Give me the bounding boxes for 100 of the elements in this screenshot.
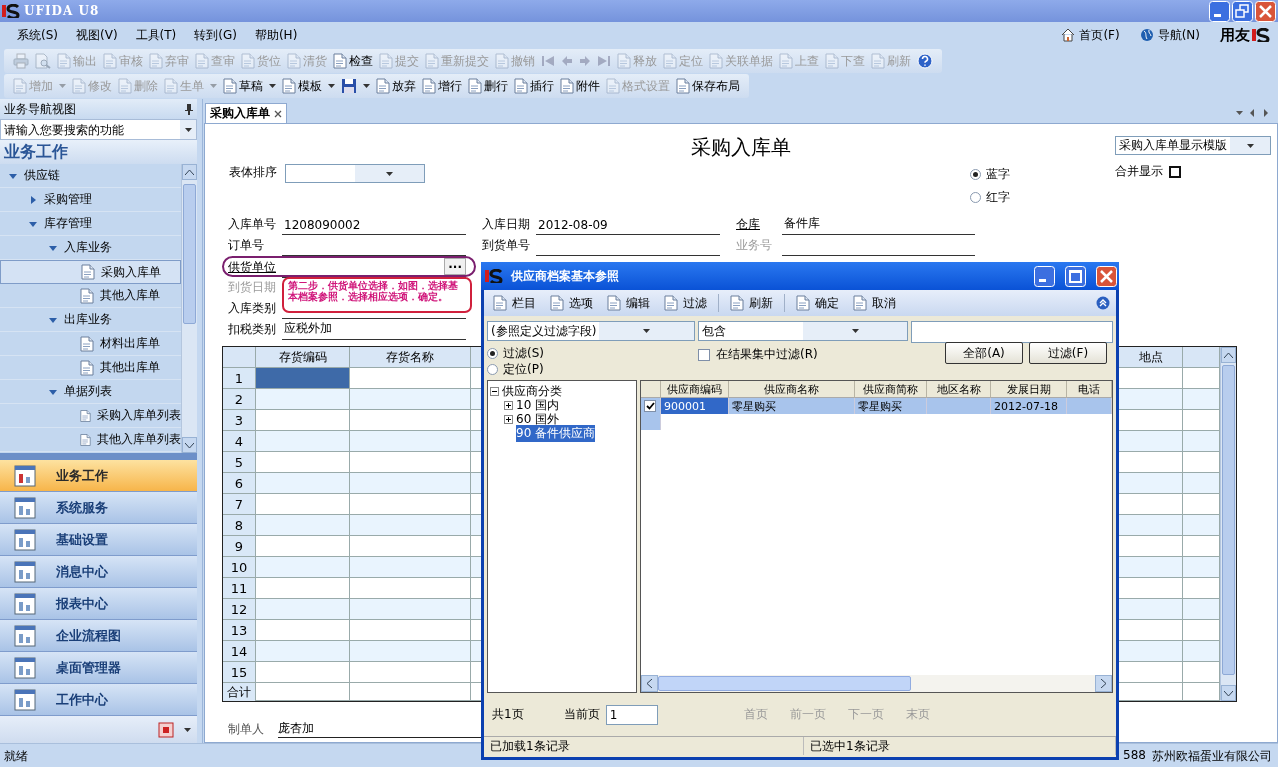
- scrollbar[interactable]: [641, 675, 1112, 692]
- column-header[interactable]: 发展日期: [991, 381, 1067, 398]
- caret-icon[interactable]: [363, 84, 370, 88]
- operator-dropdown[interactable]: 包含: [698, 321, 908, 341]
- table-cell[interactable]: [256, 368, 350, 389]
- toolbar-button[interactable]: 模板: [279, 77, 338, 95]
- table-cell[interactable]: [256, 557, 350, 578]
- collapse-icon[interactable]: [1096, 296, 1110, 310]
- table-cell[interactable]: [1183, 599, 1220, 620]
- tree-item[interactable]: 10 国内: [490, 398, 634, 412]
- scrollbar[interactable]: [1220, 347, 1236, 701]
- radio-button[interactable]: [487, 348, 498, 359]
- module-button[interactable]: 系统服务: [0, 492, 197, 524]
- tree-item[interactable]: 供应商分类: [490, 384, 634, 398]
- radio-button[interactable]: [970, 192, 981, 203]
- toolbar-button[interactable]: 编辑: [604, 294, 653, 312]
- table-cell[interactable]: [350, 389, 471, 410]
- caret-icon[interactable]: [269, 84, 276, 88]
- menu-item[interactable]: 工具(T): [126, 26, 186, 44]
- input-field[interactable]: 1208090002: [282, 214, 466, 235]
- expander-icon[interactable]: [504, 400, 513, 410]
- input-field[interactable]: 备件库: [782, 214, 975, 235]
- radio-option[interactable]: 过滤(S): [487, 346, 695, 361]
- module-button[interactable]: 消息中心: [0, 556, 197, 588]
- tree-item[interactable]: 材料出库单: [0, 332, 181, 356]
- nav-link[interactable]: 导航(N): [1139, 26, 1200, 44]
- dialog-button[interactable]: 全部(A): [945, 342, 1023, 364]
- input-field[interactable]: 应税外加: [282, 319, 466, 340]
- table-cell[interactable]: [1119, 473, 1183, 494]
- expander-icon[interactable]: [504, 414, 513, 424]
- table-cell[interactable]: [1183, 389, 1220, 410]
- nav-link[interactable]: 首页(F): [1061, 26, 1120, 44]
- checkbox[interactable]: [698, 348, 710, 361]
- radio-button[interactable]: [487, 364, 498, 375]
- module-shortcut-icon[interactable]: [158, 721, 174, 738]
- browse-button[interactable]: ...: [444, 258, 466, 275]
- close-icon[interactable]: [274, 109, 282, 118]
- table-cell[interactable]: [256, 473, 350, 494]
- toolbar-button[interactable]: 删行: [465, 77, 511, 95]
- menu-item[interactable]: 系统(S): [8, 26, 67, 44]
- table-cell[interactable]: [1183, 431, 1220, 452]
- toolbar-button[interactable]: 草稿: [220, 77, 279, 95]
- column-header[interactable]: 供应商编码: [661, 381, 729, 398]
- restore-button[interactable]: [1232, 0, 1253, 22]
- toolbar-button[interactable]: [914, 53, 936, 69]
- table-cell[interactable]: [1119, 641, 1183, 662]
- table-cell[interactable]: [1183, 557, 1220, 578]
- table-cell[interactable]: [1183, 473, 1220, 494]
- toolbar-button[interactable]: 选项: [547, 294, 596, 312]
- column-header[interactable]: 电话: [1067, 381, 1112, 398]
- column-header[interactable]: 供应商名称: [729, 381, 855, 398]
- close-button[interactable]: [1096, 265, 1117, 287]
- table-cell[interactable]: [256, 599, 350, 620]
- toolbar-button[interactable]: 保存布局: [673, 77, 743, 95]
- tree-item[interactable]: 其他入库单: [0, 284, 181, 308]
- checkbox[interactable]: [1169, 165, 1181, 178]
- radio-option[interactable]: 蓝字: [970, 166, 1010, 183]
- search-field[interactable]: 请输入您要搜索的功能: [0, 119, 197, 140]
- document-tab[interactable]: 采购入库单: [205, 103, 287, 123]
- tree-item[interactable]: 采购入库单列表: [0, 404, 181, 428]
- table-cell[interactable]: [350, 515, 471, 536]
- table-row[interactable]: 900001 零星购买 零星购买 2012-07-18: [641, 398, 1112, 430]
- toolbar-button[interactable]: 刷新: [727, 294, 776, 312]
- table-cell[interactable]: [1119, 599, 1183, 620]
- sort-dropdown[interactable]: [285, 164, 425, 183]
- field-label[interactable]: 仓库: [736, 214, 782, 235]
- pin-icon[interactable]: [185, 103, 193, 115]
- field-label[interactable]: 供货单位: [228, 258, 282, 278]
- table-cell[interactable]: [350, 599, 471, 620]
- table-cell[interactable]: [256, 641, 350, 662]
- template-dropdown[interactable]: 采购入库单显示模版: [1115, 136, 1271, 155]
- table-cell[interactable]: [1119, 431, 1183, 452]
- table-cell[interactable]: [350, 473, 471, 494]
- radio-option[interactable]: 红字: [970, 189, 1010, 206]
- table-cell[interactable]: [1183, 641, 1220, 662]
- table-cell[interactable]: [256, 515, 350, 536]
- table-cell[interactable]: [1119, 515, 1183, 536]
- table-cell[interactable]: [256, 431, 350, 452]
- splitter-grip[interactable]: [0, 453, 197, 460]
- module-button[interactable]: 基础设置: [0, 524, 197, 556]
- table-cell[interactable]: [256, 389, 350, 410]
- table-cell[interactable]: [350, 431, 471, 452]
- tree-item[interactable]: 其他出库单: [0, 356, 181, 380]
- filter-value-field[interactable]: [911, 321, 1113, 343]
- toolbar-button[interactable]: 栏目: [490, 294, 539, 312]
- toolbar-button[interactable]: 检查: [330, 52, 376, 70]
- table-cell[interactable]: [256, 662, 350, 683]
- module-button[interactable]: 企业流程图: [0, 620, 197, 652]
- menu-item[interactable]: 视图(V): [67, 26, 127, 44]
- tree-item[interactable]: 其他入库单列表: [0, 428, 181, 452]
- table-cell[interactable]: [1119, 389, 1183, 410]
- maximize-button[interactable]: [1065, 265, 1086, 287]
- column-header[interactable]: 地区名称: [927, 381, 991, 398]
- minimize-button[interactable]: [1034, 265, 1055, 287]
- expander-icon[interactable]: [490, 386, 499, 396]
- toolbar-button[interactable]: 确定: [793, 294, 842, 312]
- dialog-button[interactable]: 过滤(F): [1029, 342, 1107, 364]
- radio-button[interactable]: [970, 169, 981, 180]
- menu-item[interactable]: 转到(G): [185, 26, 246, 44]
- toolbar-button[interactable]: 放弃: [373, 77, 419, 95]
